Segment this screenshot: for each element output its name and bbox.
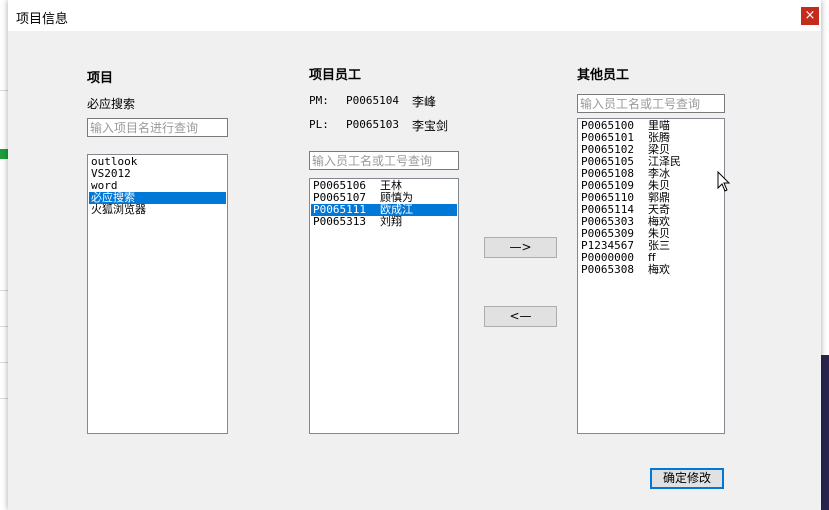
add-to-project-button[interactable]: —> [484,237,557,258]
background-dark-panel [820,355,829,510]
mouse-pointer-icon [717,171,731,192]
confirm-label: 确定修改 [662,471,711,485]
pm-name: 李峰 [412,95,437,109]
other-staff-search-input[interactable] [577,94,725,113]
pl-label: PL: [309,118,329,131]
project-staff-search-input[interactable] [309,151,459,170]
current-project-label: 必应搜索 [87,97,136,111]
window-title: 项目信息 [16,12,69,27]
projects-heading: 项目 [87,71,114,86]
list-item[interactable]: P0065313 刘翔 [311,216,457,228]
list-item[interactable]: 火狐浏览器 [89,204,226,216]
project-info-dialog: 项目信息 × 项目 必应搜索 outlook VS2012 word 必应搜索 … [8,0,821,510]
project-listbox[interactable]: outlook VS2012 word 必应搜索 火狐浏览器 [87,154,228,434]
list-item[interactable]: P0065308 梅欢 [579,264,723,276]
project-staff-heading: 项目员工 [309,68,362,83]
close-button[interactable]: × [801,7,819,25]
background-app-right-edge [820,0,829,510]
confirm-changes-button[interactable]: 确定修改 [650,468,724,489]
other-staff-listbox[interactable]: P0065100 里喵 P0065101 张腾 P0065102 梁贝 P006510… [577,118,725,434]
project-staff-listbox[interactable]: P0065106 王林 P0065107 顾慎为 P0065111 欧成江 P0065… [309,178,459,434]
pm-label: PM: [309,94,329,107]
arrow-right-label: —> [509,240,532,254]
project-search-input[interactable] [87,118,228,137]
title-bar: 项目信息 × [8,0,821,31]
pl-name: 李宝剑 [412,119,449,133]
close-icon: × [804,8,816,23]
pl-id: P0065103 [346,118,399,131]
other-staff-heading: 其他员工 [577,68,630,83]
arrow-left-label: <— [509,309,532,323]
pm-id: P0065104 [346,94,399,107]
remove-from-project-button[interactable]: <— [484,306,557,327]
